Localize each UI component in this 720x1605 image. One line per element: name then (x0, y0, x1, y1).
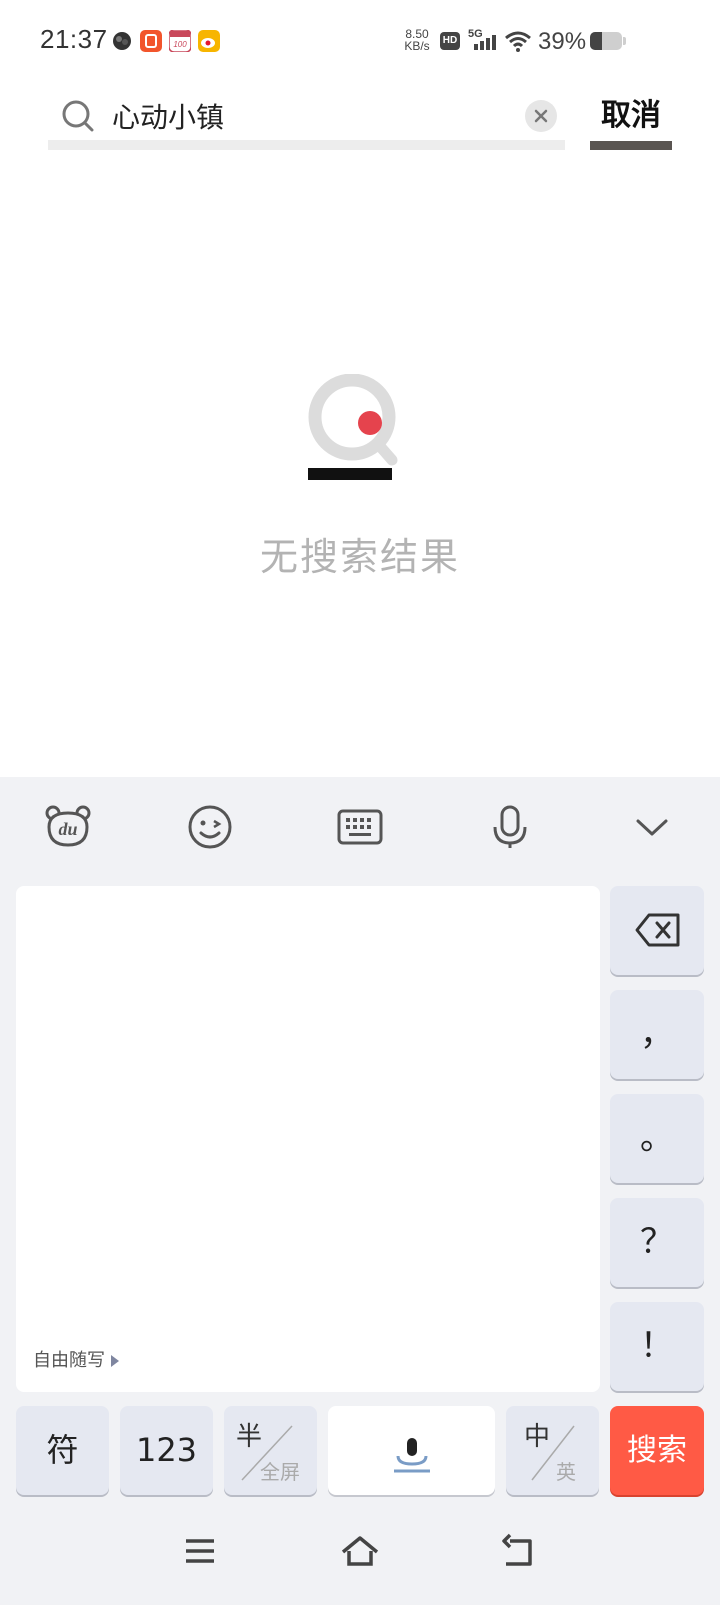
search-underline (48, 140, 565, 150)
cancel-button[interactable]: 取消 (590, 90, 672, 133)
play-triangle-icon (111, 1355, 119, 1367)
question-key[interactable]: ？ (610, 1198, 704, 1287)
hd-badge: HD (440, 32, 460, 50)
numbers-key-label: 123 (135, 1431, 198, 1469)
svg-text:100: 100 (173, 40, 187, 49)
close-icon (534, 109, 548, 123)
microphone-icon[interactable] (486, 803, 534, 851)
no-results-message: 无搜索结果 (259, 535, 460, 579)
taobao-special-icon (140, 30, 162, 52)
question-key-label: ？ (640, 1222, 674, 1262)
status-time: 21:37 (40, 24, 108, 54)
network-type: 5G (468, 28, 483, 40)
du-bear-icon[interactable]: du (44, 803, 92, 851)
search-key-label: 搜索 (627, 1433, 687, 1468)
no-results-illustration (308, 374, 398, 480)
system-nav-bar (0, 1513, 720, 1605)
network-speed: 8.50 KB/s (400, 28, 434, 52)
keyboard-toolbar: du (0, 777, 720, 873)
backspace-icon (635, 913, 680, 947)
app-100-icon: 100 (168, 29, 192, 53)
numbers-key[interactable]: 123 (120, 1406, 213, 1495)
weibo-icon (198, 30, 220, 52)
back-icon[interactable] (500, 1531, 540, 1571)
wifi-icon (505, 31, 531, 52)
cancel-underline (590, 141, 672, 150)
free-write-toggle[interactable]: 自由随写 (33, 1346, 119, 1372)
backspace-key[interactable] (610, 886, 704, 975)
half-full-width-key[interactable]: 半 全屏 (224, 1406, 317, 1495)
handwriting-area[interactable]: 自由随写 (16, 886, 600, 1392)
ime-keyboard: du 自由随写 ， 。 ？ ！ 符 123 半 全屏 中 英 搜索 (0, 777, 720, 1605)
keyboard-icon[interactable] (336, 803, 384, 851)
battery-level-fill (590, 32, 603, 50)
battery-icon (590, 32, 622, 50)
english-label: 英 (556, 1460, 576, 1484)
free-write-label: 自由随写 (33, 1350, 105, 1371)
svg-text:du: du (58, 819, 77, 839)
emoji-icon[interactable] (186, 803, 234, 851)
full-screen-label: 全屏 (260, 1460, 300, 1484)
battery-percent: 39% (538, 28, 587, 55)
chinese-english-toggle-key[interactable]: 中 英 (506, 1406, 599, 1495)
app-icon (111, 30, 133, 52)
space-key[interactable] (328, 1406, 495, 1495)
symbol-key[interactable]: 符 (16, 1406, 109, 1495)
comma-key[interactable]: ， (610, 990, 704, 1079)
home-icon[interactable] (340, 1531, 380, 1571)
period-key[interactable]: 。 (610, 1094, 704, 1183)
search-icon (62, 100, 94, 132)
network-speed-unit: KB/s (404, 39, 430, 53)
clear-search-button[interactable] (525, 100, 557, 132)
symbol-key-label: 符 (46, 1431, 79, 1469)
period-key-label: 。 (640, 1118, 674, 1158)
comma-key-label: ， (640, 1014, 674, 1054)
space-mic-icon (394, 1438, 430, 1473)
search-input[interactable] (112, 94, 502, 138)
exclamation-key[interactable]: ！ (610, 1302, 704, 1391)
menu-icon[interactable] (180, 1531, 220, 1571)
collapse-chevron-icon[interactable] (628, 803, 676, 851)
exclamation-key-label: ！ (640, 1326, 674, 1366)
battery-tip (623, 37, 626, 45)
status-bar: 21:37 100 8.50 KB/s HD 5G 39% (0, 0, 720, 84)
search-key[interactable]: 搜索 (610, 1406, 704, 1495)
